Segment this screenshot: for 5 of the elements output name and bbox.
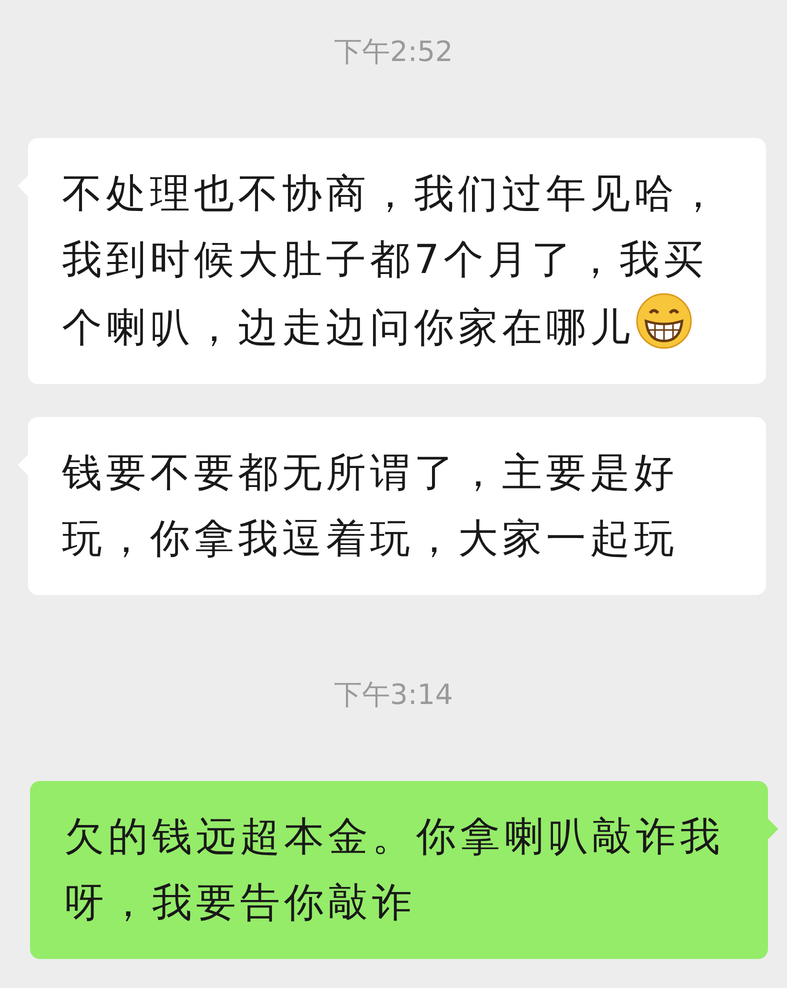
message-text: 欠的钱远超本金。你拿喇叭敲诈我呀，我要告你敲诈 xyxy=(64,814,724,926)
timestamp: 下午3:14 xyxy=(334,677,453,713)
timestamp: 下午2:52 xyxy=(334,34,453,70)
message-text: 钱要不要都无所谓了，主要是好玩，你拿我逗着玩，大家一起玩 xyxy=(62,450,678,562)
message-text: 不处理也不协商，我们过年见哈，我到时候大肚子都7个月了，我买个喇叭，边走边问你家在哪儿 xyxy=(62,171,722,351)
